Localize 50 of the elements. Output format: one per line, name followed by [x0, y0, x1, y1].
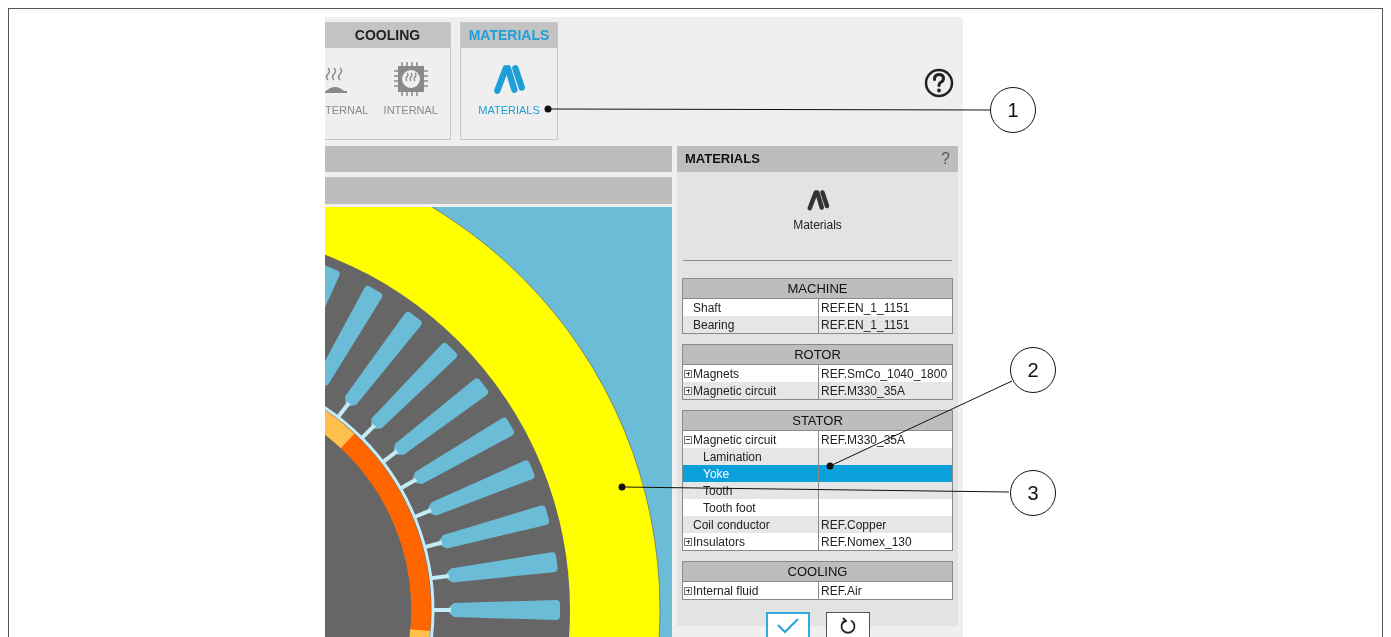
row-label: Bearing: [693, 316, 735, 334]
row-label: Coil conductor: [693, 516, 770, 534]
materials-icon: [805, 188, 830, 212]
row-label: Tooth foot: [703, 499, 756, 517]
row-label: Internal fluid: [693, 582, 759, 600]
panel-title: MATERIALS: [685, 150, 760, 169]
section-header: COOLING: [683, 562, 952, 582]
row-label: Lamination: [703, 448, 762, 466]
row-label: Shaft: [693, 299, 722, 317]
callout-number: 2: [1010, 347, 1056, 393]
section-header: MACHINE: [683, 279, 952, 299]
row-value: REF.Copper: [821, 516, 887, 534]
row-label: Insulators: [693, 533, 746, 551]
callout-number: 1: [990, 87, 1036, 133]
row-label: Magnetic circuit: [693, 382, 777, 400]
reset-icon: [838, 617, 857, 635]
row-label: Magnetic circuit: [693, 431, 777, 449]
row-value: REF.Air: [821, 582, 862, 600]
row-value: REF.SmCo_1040_1800: [821, 365, 948, 383]
heater-icon: [325, 66, 347, 96]
toolbar-item-label: INTERNAL: [383, 103, 438, 118]
expand-icon[interactable]: [684, 537, 692, 546]
section-header: STATOR: [683, 411, 952, 431]
material-row[interactable]: Bearing REF.EN_1_1151: [683, 316, 952, 333]
help-icon[interactable]: [924, 68, 954, 98]
apply-button[interactable]: [765, 612, 810, 637]
section-header: ROTOR: [683, 345, 952, 365]
chip-heater-icon: [393, 62, 428, 96]
callout-number: 3: [1010, 470, 1056, 516]
materials-icon: [492, 62, 526, 96]
row-value: REF.EN_1_1151: [821, 299, 910, 317]
expand-icon[interactable]: [684, 586, 692, 595]
row-label: Yoke: [703, 465, 730, 483]
material-row[interactable]: Lamination: [683, 448, 952, 465]
toolbar-item-label: TERNAL: [325, 103, 369, 118]
toolbar-group-tab[interactable]: COOLING: [325, 23, 450, 48]
toolbar-item-label: MATERIALS: [478, 103, 540, 118]
expand-icon[interactable]: [684, 369, 692, 378]
collapse-icon[interactable]: [684, 435, 692, 444]
panel-subtitle: Materials: [793, 217, 842, 234]
material-row[interactable]: Coil conductor REF.Copper: [683, 516, 952, 533]
reset-button[interactable]: [825, 612, 870, 637]
panel-help-link[interactable]: ?: [941, 147, 950, 171]
row-value: REF.M330_35A: [821, 382, 906, 400]
row-value: REF.EN_1_1151: [821, 316, 910, 334]
checkmark-icon: [776, 618, 799, 634]
row-label: Magnets: [693, 365, 740, 383]
row-value: REF.Nomex_130: [821, 533, 912, 551]
expand-icon[interactable]: [684, 386, 692, 395]
material-row[interactable]: Magnetic circuit REF.M330_35A: [683, 382, 952, 399]
